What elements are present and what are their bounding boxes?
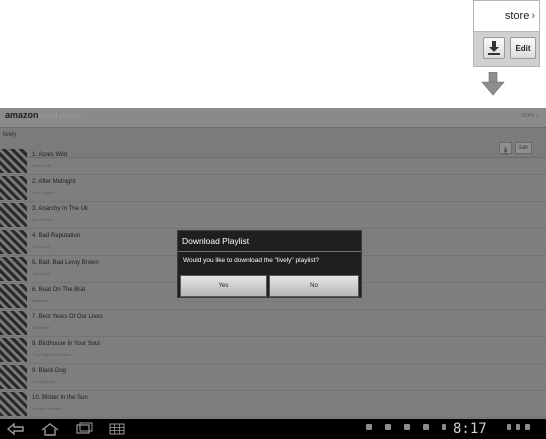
album-art	[0, 203, 27, 227]
track-title: 5. Bad, Bad Leroy Brown	[32, 260, 99, 266]
album-art	[0, 176, 27, 200]
album-art	[0, 392, 27, 416]
amazon-cloud-player-logo: amazoncloud player	[5, 110, 82, 120]
track-artist: Jim Croce	[32, 271, 51, 276]
track-title: 7. Best Years Of Our Lives	[32, 314, 103, 320]
album-art	[0, 365, 27, 389]
track-artist: Eric Clapton	[32, 190, 54, 195]
notification-icon	[423, 424, 429, 430]
battery-icon	[525, 424, 530, 430]
list-item[interactable]: 10. Blister In the Sun Violent Femmes	[0, 391, 546, 418]
track-artist: Baha Men	[32, 325, 51, 330]
album-art	[0, 311, 27, 335]
bluetooth-icon	[507, 424, 511, 430]
track-artist: Thin Lizzy	[32, 244, 51, 249]
download-icon	[488, 41, 500, 55]
system-bar: 8:17	[0, 419, 546, 439]
list-item[interactable]: 7. Best Years Of Our Lives Baha Men	[0, 310, 546, 337]
list-item[interactable]: 3. Anarchy In The Uk Sex Pistols	[0, 202, 546, 229]
track-artist: Sex Pistols	[32, 217, 52, 222]
callout-button-row: Edit	[474, 31, 539, 66]
list-item[interactable]: 9. Black Dog Led Zeppelin	[0, 364, 546, 391]
download-button[interactable]	[483, 37, 505, 59]
track-title: 3. Anarchy In The Uk	[32, 206, 88, 212]
track-title: 10. Blister In the Sun	[32, 395, 88, 401]
dialog-title: Download Playlist	[182, 236, 250, 246]
track-artist: Violent Femmes	[32, 406, 61, 411]
back-icon[interactable]	[6, 422, 26, 436]
dialog-divider	[178, 251, 361, 252]
track-title: 2. After Midnight	[32, 179, 76, 185]
playlist-name: lively	[3, 132, 17, 138]
email-icon	[404, 424, 410, 430]
tablet-screen: amazoncloud player store › lively Edit 1…	[0, 108, 546, 439]
status-icon	[442, 424, 446, 430]
menu-icon[interactable]	[108, 422, 126, 436]
album-art	[0, 230, 27, 254]
arrow-down-icon	[481, 72, 505, 96]
usb-icon	[366, 424, 372, 430]
track-title: 6. Beat On The Brat	[32, 287, 86, 293]
store-link[interactable]: store ›	[474, 1, 539, 31]
clock: 8:17	[453, 421, 487, 437]
track-title: 1. Acres Wild	[32, 152, 68, 158]
store-link-small[interactable]: store ›	[521, 113, 538, 119]
track-artist: Jethro Tull	[32, 163, 51, 168]
album-art	[0, 284, 27, 308]
album-art	[0, 149, 27, 173]
track-title: 9. Black Dog	[32, 368, 67, 374]
list-item[interactable]: 8. Birdhouse In Your Soul They Might Be …	[0, 337, 546, 364]
album-art	[0, 338, 27, 362]
app-header: amazoncloud player store ›	[0, 108, 546, 128]
no-button[interactable]: No	[269, 275, 359, 297]
recent-apps-icon[interactable]	[74, 422, 94, 436]
store-link-label: store	[504, 10, 530, 22]
download-status-icon	[385, 424, 391, 430]
home-icon[interactable]	[40, 422, 60, 436]
track-title: 8. Birdhouse In Your Soul	[32, 341, 100, 347]
track-title: 4. Bad Reputation	[32, 233, 81, 239]
track-artist: Ramones	[32, 298, 50, 303]
dialog-message: Would you like to download the "lively" …	[183, 257, 320, 264]
list-item[interactable]: 1. Acres Wild Jethro Tull	[0, 148, 546, 175]
track-artist: They Might Be Giants	[32, 352, 71, 357]
list-item[interactable]: 2. After Midnight Eric Clapton	[0, 175, 546, 202]
track-artist: Led Zeppelin	[32, 379, 56, 384]
edit-button[interactable]: Edit	[510, 37, 536, 59]
download-playlist-dialog: Download Playlist Would you like to down…	[177, 230, 362, 298]
wifi-icon	[516, 424, 520, 430]
album-art	[0, 257, 27, 281]
yes-button[interactable]: Yes	[180, 275, 267, 297]
zoomed-toolbar-callout: store › Edit	[473, 0, 540, 67]
chevron-right-icon: ›	[531, 10, 535, 22]
